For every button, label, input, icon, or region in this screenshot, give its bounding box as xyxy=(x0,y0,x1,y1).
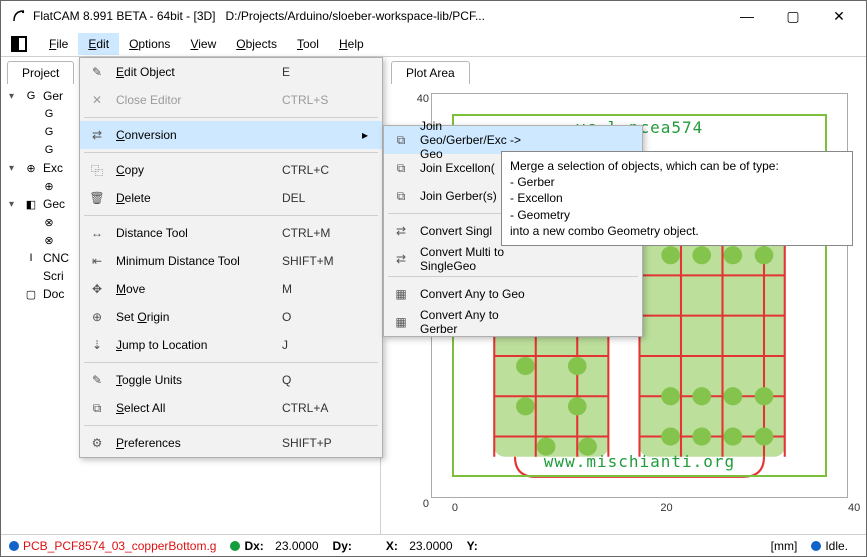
menu-icon: ✎ xyxy=(88,371,106,389)
app-icon xyxy=(11,8,27,24)
menu-icon: ⿻ xyxy=(88,161,106,179)
menu-icon: ⇤ xyxy=(88,252,106,270)
menu-file[interactable]: File xyxy=(39,33,78,55)
edit-menu-item[interactable]: ✥MoveM xyxy=(80,275,382,303)
menu-view[interactable]: View xyxy=(180,33,226,55)
menu-tool[interactable]: Tool xyxy=(287,33,329,55)
menu-icon: ⇄ xyxy=(88,126,106,144)
tooltip-line: - Excellon xyxy=(510,190,844,206)
dot-icon xyxy=(230,541,240,551)
x-value: 23.0000 xyxy=(409,539,452,553)
status-dx: Dx: 23.0000 xyxy=(230,539,318,553)
minimize-button[interactable]: — xyxy=(724,1,770,31)
tooltip-line: into a new combo Geometry object. xyxy=(510,223,844,239)
maximize-button[interactable]: ▢ xyxy=(770,1,816,31)
edit-menu-item[interactable]: ✕Close EditorCTRL+S xyxy=(80,86,382,114)
menu-icon: ✥ xyxy=(88,280,106,298)
menu-icon: ✎ xyxy=(88,63,106,81)
edit-menu-item[interactable]: ⿻CopyCTRL+C xyxy=(80,156,382,184)
conversion-item[interactable]: ▦Convert Any to Geo xyxy=(384,280,642,308)
edit-menu-item[interactable]: ✎Toggle UnitsQ xyxy=(80,366,382,394)
dot-icon xyxy=(9,541,19,551)
status-object-name: PCB_PCF8574_03_copperBottom.g xyxy=(23,539,216,553)
edit-menu-item[interactable]: ⇄Conversion▸ xyxy=(80,121,382,149)
menu-icon: ⇄ xyxy=(392,222,410,240)
conversion-item[interactable]: ▦Convert Any to Gerber xyxy=(384,308,642,336)
file-path: D:/Projects/Arduino/sloeber-workspace-li… xyxy=(226,9,724,23)
menu-icon: ⚙ xyxy=(88,434,106,452)
app-logo-icon xyxy=(11,36,27,52)
menu-options[interactable]: Options xyxy=(119,33,180,55)
tooltip-line: Merge a selection of objects, which can … xyxy=(510,158,844,174)
dx-value: 23.0000 xyxy=(275,539,318,553)
menu-icon: ▦ xyxy=(392,285,410,303)
conversion-item[interactable]: ⇄Convert Multi to SingleGeo xyxy=(384,245,642,273)
edit-menu-item[interactable]: ⇣Jump to LocationJ xyxy=(80,331,382,359)
menubar: FileEditOptionsViewObjectsToolHelp xyxy=(1,31,866,57)
status-units: [mm] xyxy=(771,539,798,553)
conversion-item[interactable]: ⧉Join Geo/Gerber/Exc -> Geo xyxy=(384,126,642,154)
right-tabs: Plot Area xyxy=(381,57,866,83)
statusbar: PCB_PCF8574_03_copperBottom.g Dx: 23.000… xyxy=(1,534,866,556)
menu-icon: ⇄ xyxy=(392,250,410,268)
edit-menu-item[interactable]: ⇤Minimum Distance ToolSHIFT+M xyxy=(80,247,382,275)
menu-icon: ⧉ xyxy=(392,187,410,205)
status-state: Idle. xyxy=(811,539,848,553)
dy-label: Dy: xyxy=(333,539,352,553)
edit-menu-item[interactable]: ⚙PreferencesSHIFT+P xyxy=(80,429,382,457)
menu-icon: ⧉ xyxy=(392,131,410,149)
close-button[interactable]: ✕ xyxy=(816,1,862,31)
window-buttons: — ▢ ✕ xyxy=(724,1,862,31)
status-dy: Dy: xyxy=(333,539,352,553)
state-text: Idle. xyxy=(825,539,848,553)
menu-icon: 🗑 xyxy=(88,189,106,207)
menu-icon: ⊕ xyxy=(88,308,106,326)
edit-menu-item[interactable]: 🗑DeleteDEL xyxy=(80,184,382,212)
menu-objects[interactable]: Objects xyxy=(226,33,287,55)
tooltip-line: - Geometry xyxy=(510,207,844,223)
x-label: X: xyxy=(386,539,398,553)
y-label: Y: xyxy=(467,539,478,553)
dot-icon xyxy=(811,541,821,551)
status-y: Y: xyxy=(467,539,478,553)
tab-project[interactable]: Project xyxy=(7,61,74,84)
edit-menu-item[interactable]: ⧉Select AllCTRL+A xyxy=(80,394,382,422)
titlebar: FlatCAM 8.991 BETA - 64bit - [3D] D:/Pro… xyxy=(1,1,866,31)
x-axis: 02040 xyxy=(431,502,848,518)
tab-plot-area[interactable]: Plot Area xyxy=(391,61,470,84)
menu-edit[interactable]: Edit xyxy=(78,33,119,55)
status-x: X: 23.0000 xyxy=(386,539,453,553)
menu-icon: ⧉ xyxy=(88,399,106,417)
menu-help[interactable]: Help xyxy=(329,33,374,55)
menu-icon: ▦ xyxy=(392,313,410,331)
app-title: FlatCAM 8.991 BETA - 64bit - [3D] xyxy=(33,9,216,23)
pcb-bottom-text: www.mischianti.org xyxy=(512,452,767,471)
status-object: PCB_PCF8574_03_copperBottom.g xyxy=(9,539,216,553)
tooltip: Merge a selection of objects, which can … xyxy=(501,151,853,246)
menu-icon: ⧉ xyxy=(392,159,410,177)
edit-menu: ✎Edit ObjectE✕Close EditorCTRL+S ⇄Convers… xyxy=(79,57,383,458)
edit-menu-item[interactable]: ↔Distance ToolCTRL+M xyxy=(80,219,382,247)
menu-icon: ⇣ xyxy=(88,336,106,354)
menu-icon: ↔ xyxy=(88,224,106,242)
tooltip-line: - Gerber xyxy=(510,174,844,190)
dx-label: Dx: xyxy=(244,539,263,553)
edit-menu-item[interactable]: ✎Edit ObjectE xyxy=(80,58,382,86)
edit-menu-item[interactable]: ⊕Set OriginO xyxy=(80,303,382,331)
menu-icon: ✕ xyxy=(88,91,106,109)
